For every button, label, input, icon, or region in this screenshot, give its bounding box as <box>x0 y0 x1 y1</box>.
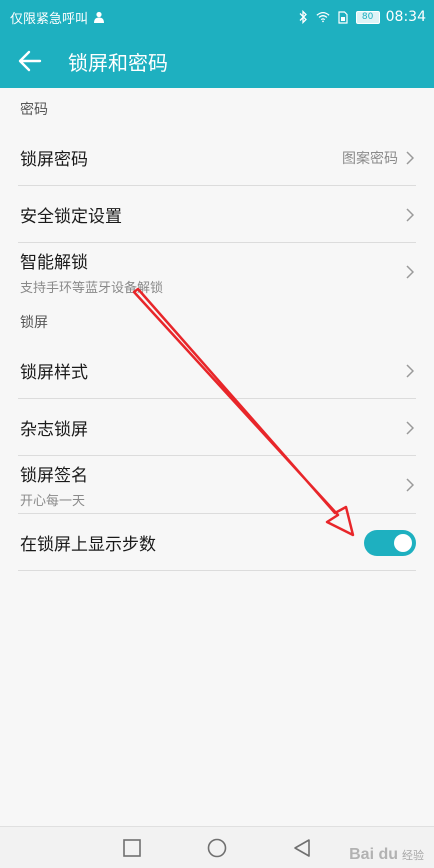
chevron-right-icon <box>404 420 416 436</box>
battery-icon: 80 <box>355 10 380 24</box>
row-title: 锁屏密码 <box>20 150 88 170</box>
chevron-right-icon <box>404 150 416 166</box>
magazine-unlock-row[interactable]: 杂志锁屏 <box>0 399 434 456</box>
status-time: 08:34 <box>385 9 426 25</box>
row-title: 在锁屏上显示步数 <box>20 535 156 555</box>
square-icon <box>123 838 142 857</box>
row-title: 智能解锁 <box>20 253 88 273</box>
row-title: 锁屏签名 <box>20 466 88 486</box>
wifi-icon <box>316 10 330 24</box>
section-header-password: 密码 <box>0 88 434 129</box>
lock-screen-password-row[interactable]: 锁屏密码 图案密码 <box>0 129 434 186</box>
watermark-logo: Bai du <box>349 846 398 863</box>
back-button[interactable] <box>0 34 60 88</box>
chevron-right-icon <box>404 363 416 379</box>
chevron-right-icon <box>404 207 416 223</box>
home-button[interactable] <box>202 833 232 863</box>
person-icon <box>92 10 106 24</box>
recent-apps-button[interactable] <box>117 833 147 863</box>
row-title: 安全锁定设置 <box>20 207 122 227</box>
row-subtitle: 开心每一天 <box>20 494 86 509</box>
lock-screen-signature-row[interactable]: 锁屏签名 开心每一天 <box>0 456 434 514</box>
arrow-left-icon <box>18 50 42 72</box>
show-steps-on-lockscreen-row[interactable]: 在锁屏上显示步数 <box>0 514 434 571</box>
row-subtitle: 支持手环等蓝牙设备解锁 <box>20 281 164 296</box>
row-value: 图案密码 <box>342 150 398 167</box>
sim-card-icon <box>336 10 350 24</box>
section-header-lockscreen: 锁屏 <box>0 301 434 342</box>
page-title: 锁屏和密码 <box>68 50 168 75</box>
nav-back-button[interactable] <box>287 833 317 863</box>
triangle-icon <box>293 838 310 857</box>
watermark-text: 经验 <box>402 849 424 862</box>
settings-list: 密码 锁屏密码 图案密码 安全锁定设置 智能解锁 支持手环等蓝牙设备解锁 锁屏 … <box>0 88 434 571</box>
emergency-calls-text: 仅限紧急呼叫 <box>10 11 89 27</box>
circle-icon <box>207 838 227 857</box>
status-bar: 仅限紧急呼叫 80 08:34 <box>0 0 434 34</box>
security-lock-settings-row[interactable]: 安全锁定设置 <box>0 186 434 243</box>
chevron-right-icon <box>404 264 416 280</box>
chevron-right-icon <box>404 477 416 493</box>
toggle-knob <box>394 533 412 552</box>
lock-screen-style-row[interactable]: 锁屏样式 <box>0 342 434 399</box>
app-bar: 锁屏和密码 <box>0 34 434 88</box>
row-title: 杂志锁屏 <box>20 420 88 440</box>
bluetooth-icon <box>296 10 310 24</box>
smart-unlock-row[interactable]: 智能解锁 支持手环等蓝牙设备解锁 <box>0 243 434 301</box>
row-title: 锁屏样式 <box>20 363 88 383</box>
baidu-watermark: Bai du 经验 <box>349 846 424 864</box>
show-steps-toggle[interactable] <box>364 529 416 556</box>
